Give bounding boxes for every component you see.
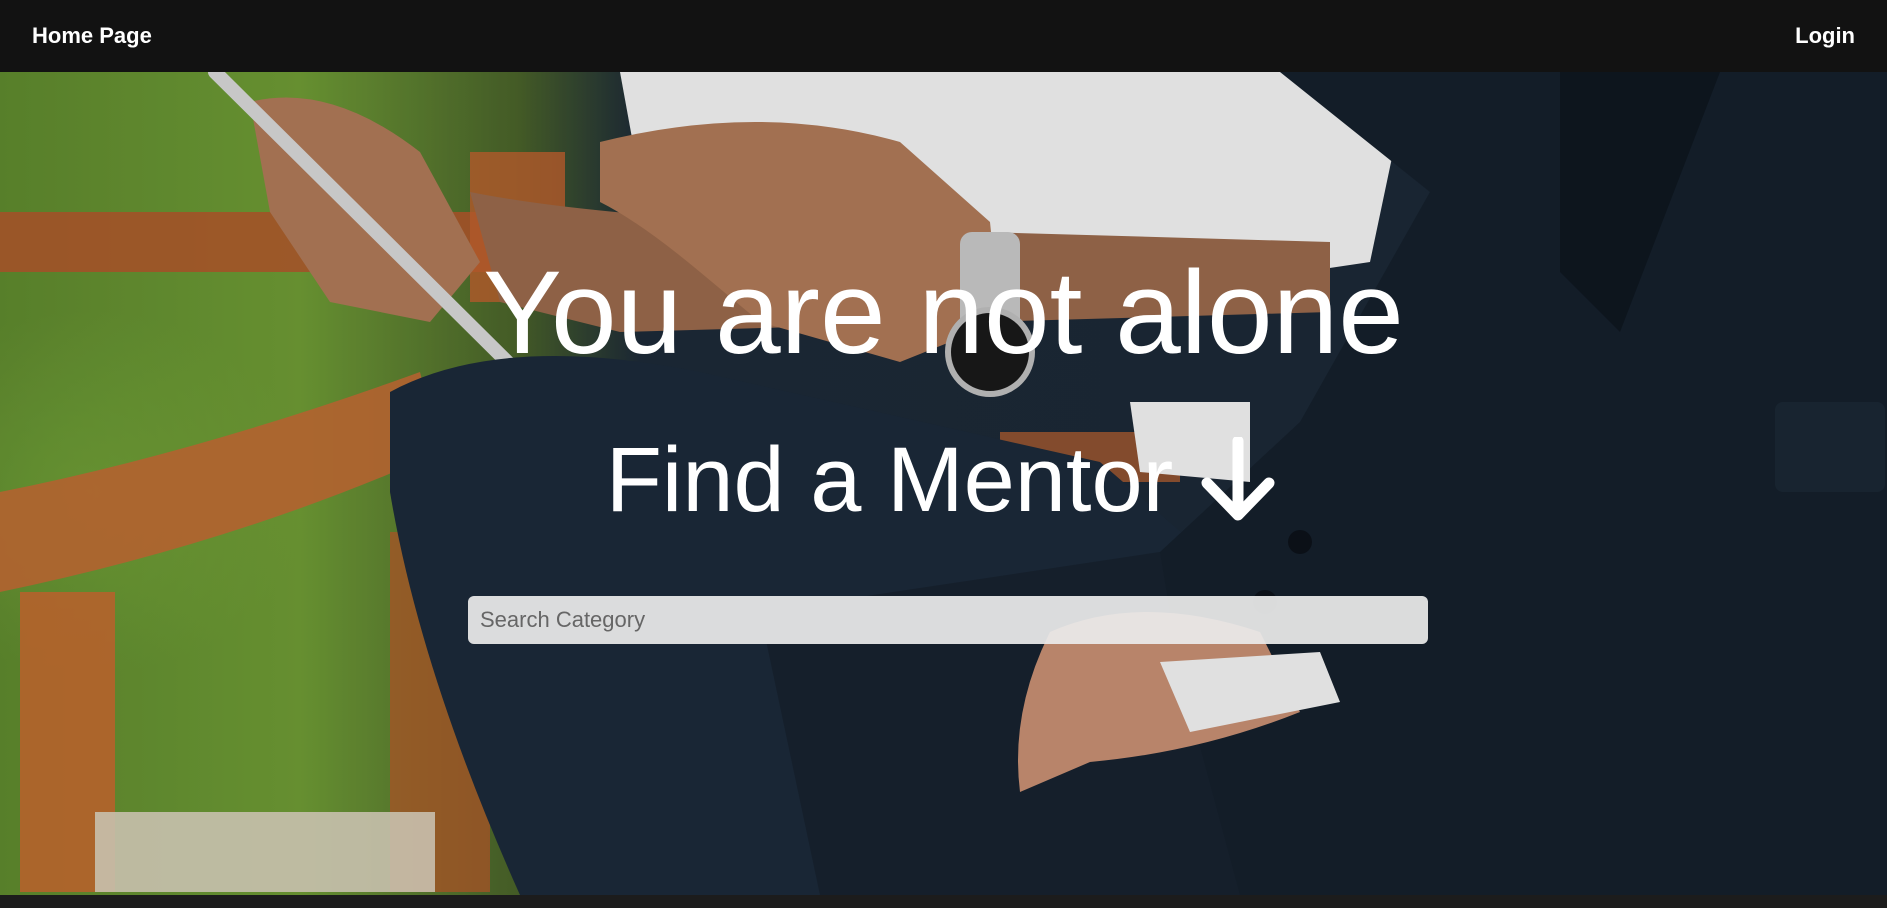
page-bottom-strip	[0, 895, 1887, 908]
hero-subheadline: Find a Mentor	[0, 428, 1887, 532]
top-navbar: Home Page Login	[0, 0, 1887, 72]
hero-headline: You are not alone	[483, 247, 1404, 379]
arrow-down-icon	[1195, 435, 1281, 523]
search-container	[468, 596, 1428, 644]
search-category-input[interactable]	[468, 596, 1428, 644]
find-mentor-text: Find a Mentor	[605, 429, 1174, 531]
login-link[interactable]: Login	[1795, 23, 1855, 49]
home-page-link[interactable]: Home Page	[32, 23, 152, 49]
